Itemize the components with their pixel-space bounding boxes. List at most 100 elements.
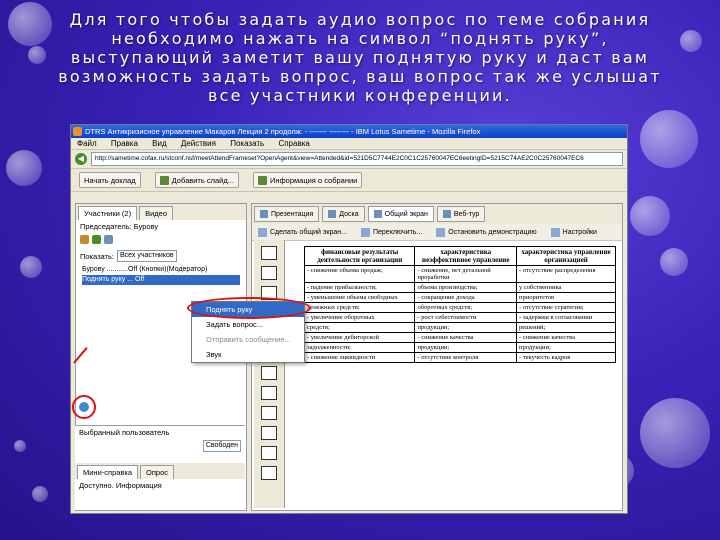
switch-icon bbox=[360, 227, 370, 237]
stop-icon bbox=[436, 227, 446, 237]
slide-caption: Для того чтобы задать аудио вопрос по те… bbox=[58, 10, 662, 105]
thumbnail[interactable] bbox=[261, 366, 277, 380]
table-row: - падение прибыльности; объема производст… bbox=[303, 282, 616, 293]
table-header: финансовые результаты деятельности орган… bbox=[303, 246, 416, 266]
tab-poll[interactable]: Опрос bbox=[140, 465, 175, 479]
table-cell: - снижение ликвидности bbox=[303, 352, 416, 363]
leave-button[interactable]: Начать доклад bbox=[79, 172, 141, 188]
settings-label: Настройки bbox=[562, 228, 597, 236]
stop-demo-button[interactable]: Остановить демонстрацию bbox=[436, 227, 537, 237]
whiteboard-icon bbox=[328, 210, 337, 218]
table-cell: объема производства; bbox=[414, 282, 518, 293]
menu-bar: Файл Правка Вид Действия Показать Справк… bbox=[71, 138, 627, 150]
table-cell: - отсутствие контроля bbox=[414, 352, 518, 363]
menu-view[interactable]: Вид bbox=[152, 139, 166, 148]
url-field[interactable]: http://sametime.cofax.ru/stconf.nsf/meet… bbox=[91, 152, 623, 166]
tab-web-tour[interactable]: Веб-тур bbox=[436, 206, 486, 222]
meeting-info-button[interactable]: Информация о собрании bbox=[252, 172, 363, 188]
mini-help-text: Доступно. Информация bbox=[79, 481, 162, 490]
tree-item-selected[interactable]: Поднять руку ... Off bbox=[82, 275, 240, 285]
menu-file[interactable]: Файл bbox=[77, 139, 97, 148]
gear-icon bbox=[550, 227, 560, 237]
globe-icon bbox=[442, 210, 451, 218]
show-label: Показать: bbox=[80, 251, 114, 261]
share-screen-button[interactable]: Сделать общий экран... bbox=[258, 227, 347, 237]
tab-whiteboard[interactable]: Доска bbox=[322, 206, 365, 222]
thumbnail[interactable] bbox=[261, 446, 277, 460]
slide-icon bbox=[159, 175, 169, 185]
share-icon bbox=[258, 227, 267, 237]
settings-button[interactable]: Настройки bbox=[550, 227, 597, 237]
table-cell: - задержки в согласовании bbox=[516, 312, 616, 323]
table-cell: приоритетов bbox=[516, 292, 616, 303]
participant-tools bbox=[76, 233, 246, 249]
chat-icon[interactable] bbox=[92, 235, 101, 244]
presentation-toolbar: Сделать общий экран... Переключить... Ос… bbox=[252, 224, 622, 241]
send-message-menu-item[interactable]: Отправить сообщение... bbox=[192, 332, 304, 347]
thumbnail[interactable] bbox=[261, 406, 277, 420]
table-cell: - сокращение дохода bbox=[414, 292, 518, 303]
thumbnail[interactable] bbox=[261, 246, 277, 260]
status-select[interactable]: Свободен bbox=[202, 440, 241, 452]
screen-icon bbox=[373, 210, 382, 218]
window-titlebar: DTRS Антикризисное управление Макаров Ле… bbox=[71, 125, 627, 138]
tab-presentation[interactable]: Презентация bbox=[254, 206, 320, 222]
decorative-bubble bbox=[640, 110, 698, 168]
table-cell: - отсутствие распределения bbox=[516, 265, 616, 283]
table-cell: - текучесть кадров bbox=[516, 352, 616, 363]
participant-tree: Бурову ...........Off (Кнопки)(Модератор… bbox=[76, 263, 246, 287]
tab-mini-help[interactable]: Мини-справка bbox=[77, 465, 139, 479]
sound-menu-item[interactable]: Звук bbox=[192, 347, 304, 362]
table-cell: - снижение качества bbox=[516, 332, 616, 343]
hand-highlight-ring bbox=[72, 395, 96, 419]
table-cell: - отсутствие стратегии; bbox=[516, 302, 616, 313]
tab-video[interactable]: Видео bbox=[139, 206, 174, 220]
table-row: - увеличение дебиторской - снижение качес… bbox=[303, 332, 616, 343]
back-icon[interactable]: ◀ bbox=[75, 153, 87, 165]
leave-button-label: Начать доклад bbox=[84, 175, 136, 185]
decorative-bubble bbox=[20, 256, 42, 278]
table-row: средств; продукции; решений; bbox=[303, 322, 616, 333]
tab-participants[interactable]: Участники (2) bbox=[78, 206, 138, 220]
slide-thumbnails bbox=[254, 240, 285, 508]
people-icon[interactable] bbox=[80, 235, 89, 244]
table-cell: у собственника bbox=[516, 282, 616, 293]
bottom-left-panel: Выбранный пользователь Свободен Мини-спр… bbox=[75, 425, 245, 510]
shared-document: финансовые результаты деятельности орган… bbox=[303, 246, 616, 508]
tab-web-tour-label: Веб-тур bbox=[453, 210, 480, 218]
table-cell: - увеличение оборотных bbox=[303, 312, 416, 323]
table-row: - снижение ликвидности - отсутствие контр… bbox=[303, 352, 616, 363]
table-row: - уменьшение объема свободных - сокращени… bbox=[303, 292, 616, 303]
app-toolbar: Начать доклад Добавить слайд... Информац… bbox=[71, 169, 627, 192]
menu-edit[interactable]: Правка bbox=[111, 139, 138, 148]
selected-user-label: Выбранный пользователь bbox=[79, 428, 170, 437]
show-select[interactable]: Всех участников bbox=[116, 250, 177, 262]
table-header: характеристика управление организацией bbox=[516, 246, 616, 266]
tree-item-moderator[interactable]: Бурову ...........Off (Кнопки)(Модератор… bbox=[82, 265, 240, 275]
info-icon bbox=[257, 175, 267, 185]
presentation-icon bbox=[260, 210, 268, 218]
table-row: - снижение объема продаж; - снижение, нет… bbox=[303, 265, 616, 283]
thumbnail[interactable] bbox=[261, 386, 277, 400]
switch-button[interactable]: Переключить... bbox=[360, 227, 423, 237]
thumbnail[interactable] bbox=[261, 266, 277, 280]
decorative-bubble bbox=[6, 150, 42, 186]
table-row: задолженности; продукции; продукции; bbox=[303, 342, 616, 353]
decorative-bubble bbox=[32, 486, 48, 502]
thumbnail[interactable] bbox=[261, 466, 277, 480]
menu-actions[interactable]: Действия bbox=[181, 139, 216, 148]
table-cell: - снижение объема продаж; bbox=[303, 265, 416, 283]
table-cell: оборотных средств; bbox=[414, 302, 518, 313]
switch-label: Переключить... bbox=[372, 228, 423, 236]
menu-help[interactable]: Справка bbox=[278, 139, 309, 148]
table-cell: продукции; bbox=[414, 342, 518, 353]
menu-show[interactable]: Показать bbox=[230, 139, 264, 148]
thumbnail[interactable] bbox=[261, 426, 277, 440]
ask-question-menu-item[interactable]: Задать вопрос... bbox=[192, 317, 304, 332]
sort-icon[interactable] bbox=[104, 235, 113, 244]
table-cell: продукции; bbox=[414, 322, 518, 333]
tab-screen-share-label: Общий экран bbox=[384, 210, 428, 218]
tab-screen-share[interactable]: Общий экран bbox=[367, 206, 434, 222]
table-cell: - рост себестоимости bbox=[414, 312, 518, 323]
add-slide-button[interactable]: Добавить слайд... bbox=[154, 172, 239, 188]
